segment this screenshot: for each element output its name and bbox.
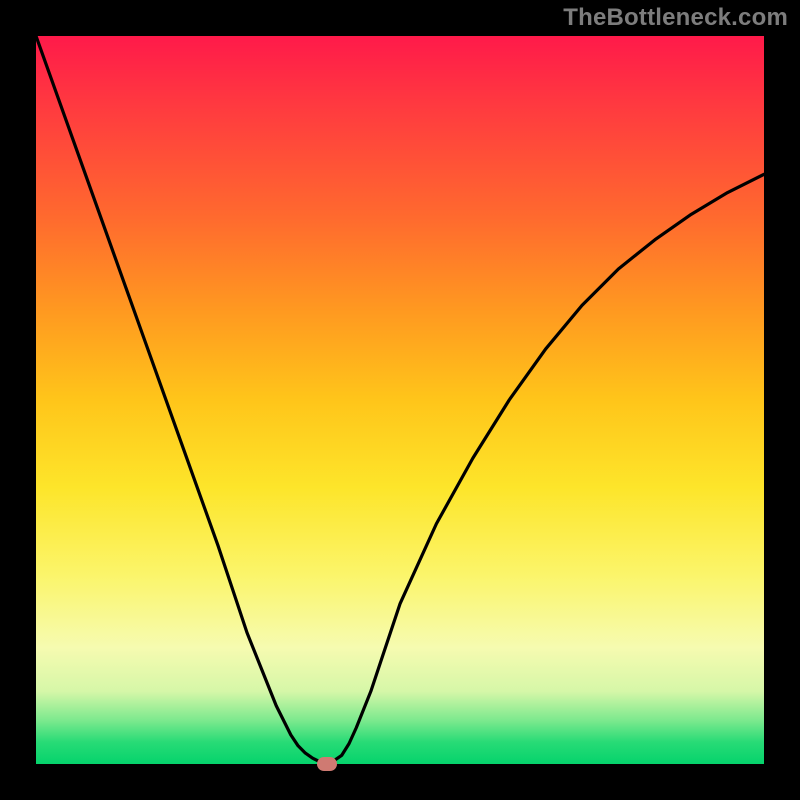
minimum-marker — [317, 757, 337, 771]
attribution-label: TheBottleneck.com — [563, 4, 788, 32]
bottleneck-curve — [36, 36, 764, 764]
chart-plot-area — [36, 36, 764, 764]
